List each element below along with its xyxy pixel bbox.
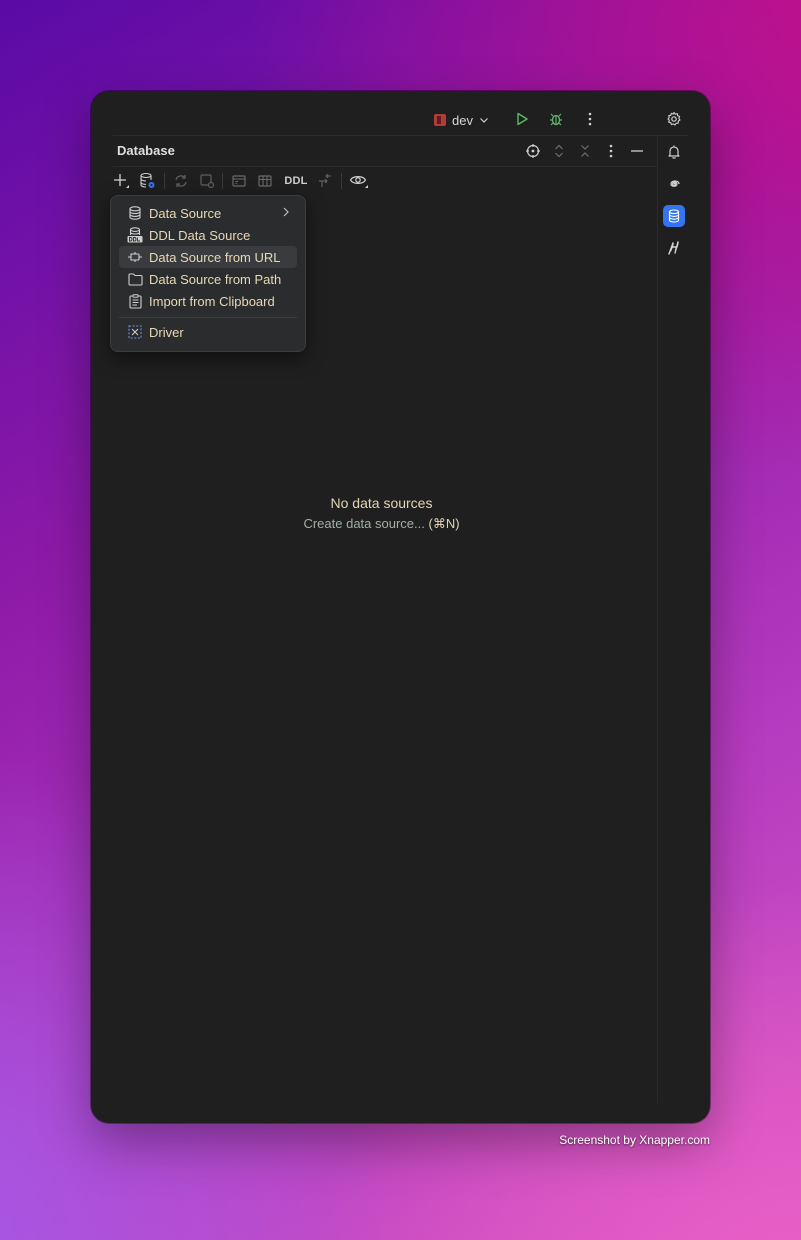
new-button[interactable] [111,171,131,191]
chevron-right-icon [281,206,291,221]
more-vertical-icon [588,112,592,126]
gear-icon [667,111,681,126]
plus-icon [114,174,129,188]
clipboard-icon [127,293,143,309]
chevron-down-icon [480,118,488,123]
toolbar-divider [222,173,223,189]
toolbar-divider [341,173,342,189]
schema-icon [200,174,215,189]
menu-item-data-source-from-url[interactable]: Data Source from URL [119,246,297,268]
refresh-icon [175,175,187,187]
settings-button[interactable] [663,108,685,130]
topbar-divider [113,135,688,136]
debug-button[interactable] [545,108,567,130]
jump-to-console-button[interactable] [229,171,249,191]
menu-item-label: Data Source [149,205,222,221]
table-icon [258,175,272,187]
new-data-source-menu: Data Source DDL Data Source Data Source … [110,195,306,352]
expand-all-button[interactable] [548,140,570,162]
ai-assistant-button[interactable] [663,173,685,195]
menu-item-label: Data Source from Path [149,271,282,287]
compare-arrows-icon [319,173,331,187]
menu-item-label: Data Source from URL [149,249,281,265]
data-source-properties-button[interactable] [138,171,158,191]
menu-item-data-source[interactable]: Data Source [119,202,297,224]
database-icon [127,205,143,221]
ddl-database-icon [127,227,143,243]
notifications-button[interactable] [663,141,685,163]
bug-icon [550,113,562,126]
crosshair-icon [526,144,540,158]
ddl-label: DDL [284,175,308,187]
menu-item-ddl-data-source[interactable]: DDL Data Source [119,224,297,246]
run-configuration-name: dev [452,112,473,128]
expand-all-icon [555,144,563,158]
folder-icon [127,271,143,287]
database-settings-icon [140,172,155,188]
menu-item-driver[interactable]: Driver [119,321,297,343]
menu-item-data-source-from-path[interactable]: Data Source from Path [119,268,297,290]
ddl-button[interactable]: DDL [282,171,310,191]
more-actions-button[interactable] [579,108,601,130]
empty-state-action: Create data source... (⌘N) [91,516,672,532]
view-options-button[interactable] [349,171,369,191]
plug-icon [127,249,143,265]
driver-icon [127,324,143,340]
menu-item-import-from-clipboard[interactable]: Import from Clipboard [119,290,297,312]
menu-item-label: DDL Data Source [149,227,251,243]
shortcut-hint: (⌘N) [428,516,460,531]
sql-tool-button[interactable] [663,237,685,259]
screenshot-watermark: Screenshot by Xnapper.com [559,1133,710,1147]
table-editor-button[interactable] [255,171,275,191]
run-configuration-selector[interactable]: dev [434,109,489,131]
console-icon [232,175,246,187]
collapse-all-button[interactable] [574,140,596,162]
create-data-source-link[interactable]: Create data source... [303,516,424,531]
ide-window: dev Database DDL Data Source DDL Data So… [91,91,710,1123]
schema-refresh-button[interactable] [197,171,217,191]
spiral-icon [670,180,680,187]
more-vertical-icon [609,144,613,158]
menu-divider [119,317,297,318]
eye-icon [349,176,368,188]
run-button[interactable] [511,108,533,130]
toolbar-divider [164,173,165,189]
hide-panel-button[interactable] [626,140,648,162]
panel-options-button[interactable] [600,140,622,162]
empty-state-title: No data sources [330,495,433,511]
config-badge-icon [434,114,446,126]
run-icon [517,112,528,126]
refresh-button[interactable] [171,171,191,191]
menu-item-label: Import from Clipboard [149,293,275,309]
right-toolstrip-divider [657,136,658,1103]
locate-button[interactable] [522,140,544,162]
panel-title: Database [117,143,175,158]
minimize-icon [631,150,643,152]
menu-item-label: Driver [149,324,184,340]
quill-icon [668,241,679,255]
collapse-all-icon [581,145,589,157]
bell-icon [668,145,680,159]
database-tool-button[interactable] [663,205,685,227]
database-icon [668,209,680,223]
header-divider [113,166,657,167]
compare-button[interactable] [315,171,335,191]
